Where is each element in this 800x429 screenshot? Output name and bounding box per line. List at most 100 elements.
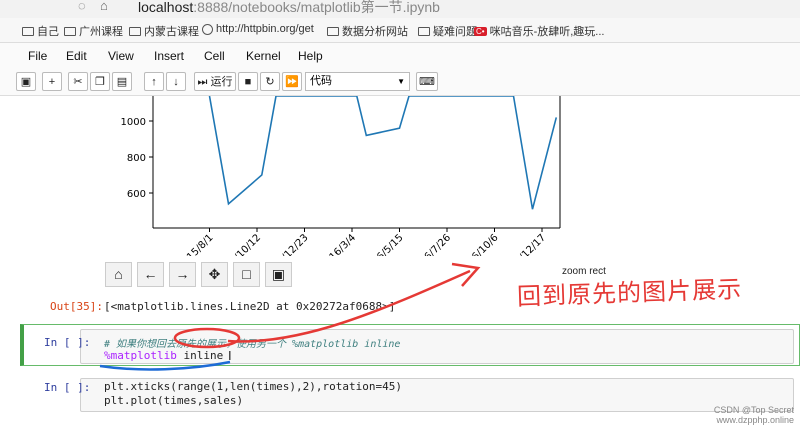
bookmark-label: 数据分析网站 bbox=[342, 26, 408, 38]
folder-icon bbox=[64, 26, 76, 36]
copy-button[interactable]: ❐ bbox=[90, 72, 110, 91]
back-icon: ← bbox=[143, 266, 158, 282]
forward-icon: → bbox=[175, 266, 190, 282]
output-prompt: Out[35]: bbox=[50, 300, 103, 313]
insert-cell-button[interactable]: + bbox=[42, 72, 62, 91]
plot-save-button[interactable]: ▣ bbox=[265, 262, 292, 287]
watermark-line: www.dzpphp.online bbox=[716, 415, 794, 425]
stop-icon: ■ bbox=[244, 76, 252, 88]
menu-cell[interactable]: Cell bbox=[204, 49, 225, 63]
fast-forward-icon: ⏩ bbox=[285, 76, 299, 88]
plot-home-button[interactable]: ⌂ bbox=[105, 262, 132, 287]
run-label: 运行 bbox=[210, 76, 233, 88]
save-icon: ▣ bbox=[271, 266, 286, 282]
home-icon[interactable]: ⌂ bbox=[100, 0, 108, 13]
annotation-text: 回到原先的图片展示 bbox=[516, 275, 743, 311]
scissors-icon: ✂ bbox=[73, 76, 83, 88]
menu-help[interactable]: Help bbox=[298, 49, 323, 63]
folder-icon bbox=[22, 26, 34, 36]
output-text: [<matplotlib.lines.Line2D at 0x20272af06… bbox=[104, 300, 396, 313]
step-forward-icon: ⏭ bbox=[197, 76, 208, 88]
url-path: :8888/notebooks/matplotlib第一节.ipynb bbox=[193, 0, 440, 15]
y-tick-label: 600 bbox=[127, 189, 146, 200]
menu-file[interactable]: File bbox=[28, 49, 47, 63]
x-tick-label: 2016/10/6 bbox=[457, 232, 501, 256]
bookmark-label: 疑难问题 bbox=[433, 26, 477, 38]
run-button[interactable]: ⏭ 运行 bbox=[194, 72, 236, 91]
restart-icon: ↻ bbox=[265, 76, 275, 88]
x-tick-label: 2016/3/4 bbox=[319, 232, 359, 256]
x-tick-label: 2015/12/23 bbox=[262, 232, 311, 256]
move-up-button[interactable]: ↑ bbox=[144, 72, 164, 91]
bookmark-label: 咪咕音乐-放肆听,趣玩... bbox=[489, 26, 605, 38]
migu-icon: C• bbox=[474, 26, 487, 36]
magic-command: %matplotlib bbox=[104, 349, 177, 362]
browser-url-bar: ◌ ⌂ localhost:8888/notebooks/matplotlib第… bbox=[0, 0, 800, 18]
code-comment: # 如果你想回去原先的展示，使用另一个 %matplotlib inline bbox=[104, 339, 401, 350]
globe-icon bbox=[202, 23, 213, 35]
code-line: plt.plot(times,sales) bbox=[104, 394, 244, 407]
annotation-arrow-head bbox=[451, 262, 481, 287]
watermark: CSDN @Top Secret www.dzpphp.online bbox=[714, 405, 794, 425]
bookmark-item[interactable]: 内蒙古课程 bbox=[129, 23, 199, 39]
pan-icon: ✥ bbox=[208, 266, 221, 282]
chevron-down-icon: ▼ bbox=[397, 77, 405, 86]
cut-button[interactable]: ✂ bbox=[68, 72, 88, 91]
zoom-icon: □ bbox=[242, 266, 251, 282]
arrow-down-icon: ↓ bbox=[173, 76, 179, 88]
plot-back-button[interactable]: ← bbox=[137, 262, 164, 287]
arrow-up-icon: ↑ bbox=[151, 76, 157, 88]
save-button[interactable]: ▣ bbox=[16, 72, 36, 91]
menu-insert[interactable]: Insert bbox=[154, 49, 184, 63]
text-cursor-icon: I bbox=[228, 348, 232, 363]
bookmark-label: 广州课程 bbox=[79, 26, 123, 38]
magic-argument: inline bbox=[176, 349, 224, 362]
bookmark-label: 自己 bbox=[37, 26, 59, 38]
input-prompt: In [ ]: bbox=[44, 336, 91, 349]
url-field[interactable]: localhost:8888/notebooks/matplotlib第一节.i… bbox=[138, 0, 440, 17]
move-down-button[interactable]: ↓ bbox=[166, 72, 186, 91]
bookmark-item[interactable]: http://httpbin.org/get bbox=[202, 23, 314, 35]
interrupt-button[interactable]: ■ bbox=[238, 72, 258, 91]
plot-pan-button[interactable]: ✥ bbox=[201, 262, 228, 287]
watermark-line: CSDN @Top Secret bbox=[713, 405, 794, 415]
restart-button[interactable]: ↻ bbox=[260, 72, 280, 91]
cell-type-select[interactable]: 代码 ▼ bbox=[305, 72, 410, 91]
bookmark-item[interactable]: 自己 bbox=[22, 23, 59, 39]
save-icon: ▣ bbox=[20, 76, 32, 88]
keyboard-icon: ⌨ bbox=[419, 76, 435, 88]
paste-icon: ▤ bbox=[116, 76, 128, 88]
cell-type-value: 代码 bbox=[310, 75, 332, 87]
bookmark-label: http://httpbin.org/get bbox=[216, 23, 314, 35]
plus-icon: + bbox=[48, 76, 56, 88]
command-palette-button[interactable]: ⌨ bbox=[416, 72, 438, 91]
x-tick-label: 2016/7/26 bbox=[409, 232, 453, 256]
y-tick-label: 1000 bbox=[121, 117, 146, 128]
x-tick-label: 2016/5/15 bbox=[362, 232, 406, 256]
menu-kernel[interactable]: Kernel bbox=[246, 49, 281, 63]
plot-forward-button[interactable]: → bbox=[169, 262, 196, 287]
bookmark-item[interactable]: 广州课程 bbox=[64, 23, 123, 39]
y-tick-label: 800 bbox=[127, 153, 146, 164]
input-prompt: In [ ]: bbox=[44, 381, 91, 394]
plot-zoom-button[interactable]: □ bbox=[233, 262, 260, 287]
menu-edit[interactable]: Edit bbox=[66, 49, 87, 63]
jupyter-toolbar: ▣ + ✂ ❐ ▤ ↑ ↓ ⏭ 运行 ■ ↻ ⏩ 代码 ▼ ⌨ bbox=[0, 69, 800, 96]
folder-icon bbox=[418, 26, 430, 36]
folder-icon bbox=[327, 26, 339, 36]
copy-icon: ❐ bbox=[95, 76, 105, 88]
restart-run-all-button[interactable]: ⏩ bbox=[282, 72, 302, 91]
home-icon: ⌂ bbox=[114, 266, 123, 282]
x-tick-label: 2016/12/17 bbox=[500, 232, 549, 256]
code-line: plt.xticks(range(1,len(times),2),rotatio… bbox=[104, 380, 403, 393]
bookmarks-bar: 自己 广州课程 内蒙古课程 http://httpbin.org/get 数据分… bbox=[0, 18, 800, 43]
bookmark-item[interactable]: 疑难问题 bbox=[418, 23, 477, 39]
x-tick-label: 2015/8/1 bbox=[176, 232, 216, 256]
security-icon[interactable]: ◌ bbox=[78, 0, 86, 13]
paste-button[interactable]: ▤ bbox=[112, 72, 132, 91]
bookmark-item[interactable]: 数据分析网站 bbox=[327, 23, 408, 39]
x-tick-label: 2015/10/12 bbox=[215, 232, 264, 256]
code-line: %matplotlib inline bbox=[104, 349, 223, 362]
menu-view[interactable]: View bbox=[108, 49, 134, 63]
bookmark-item[interactable]: C• 咪咕音乐-放肆听,趣玩... bbox=[474, 23, 604, 39]
